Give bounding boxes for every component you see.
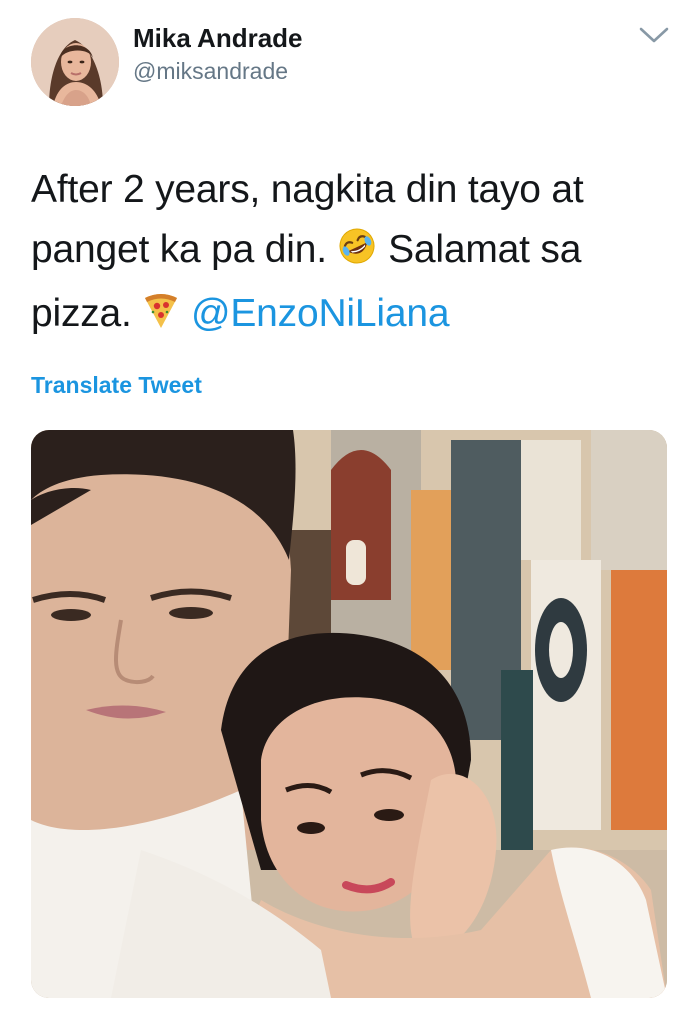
rolling-on-the-floor-laughing-emoji-icon [337,224,377,284]
tweet-menu-button[interactable] [638,24,670,46]
author-block[interactable]: Mika Andrade @miksandrade [133,22,303,86]
avatar[interactable] [31,18,119,106]
tweet-card: Mika Andrade @miksandrade After 2 years,… [0,0,696,1024]
photo-of-couple-icon [31,430,667,998]
tweet-text: After 2 years, nagkita din tayo at pange… [31,160,671,348]
pizza-emoji-icon [142,288,180,348]
mention-link[interactable]: @EnzoNiLiana [191,292,450,335]
translate-tweet-link[interactable]: Translate Tweet [31,370,202,400]
chevron-down-icon [639,27,669,43]
author-display-name[interactable]: Mika Andrade [133,22,303,54]
author-handle[interactable]: @miksandrade [133,56,303,86]
profile-photo-icon [31,18,119,106]
tweet-photo[interactable] [31,430,667,998]
